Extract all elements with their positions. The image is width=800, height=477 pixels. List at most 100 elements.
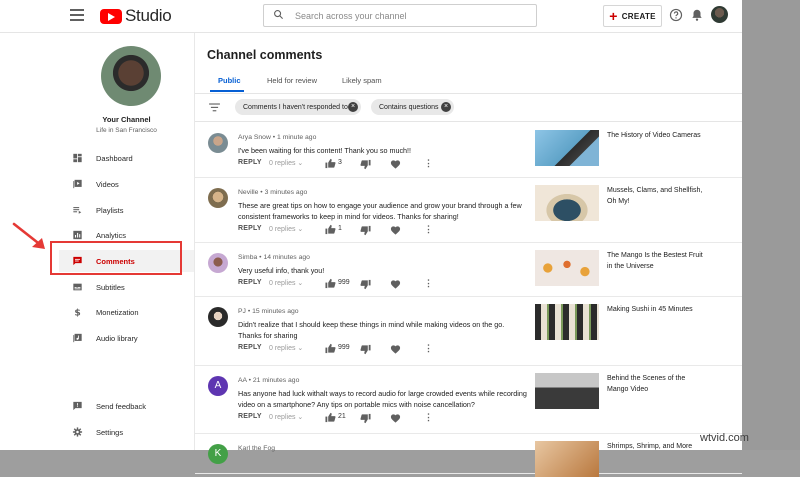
filter-chip-label: Comments I haven't responded to [243, 103, 348, 111]
subtitles-icon [73, 283, 82, 291]
more-options-icon[interactable]: ⋮ [424, 412, 433, 423]
heart-icon[interactable] [390, 225, 401, 236]
comment-author[interactable]: Neville [238, 189, 258, 196]
video-thumbnail[interactable] [535, 441, 599, 477]
video-thumbnail[interactable] [535, 373, 599, 409]
more-options-icon[interactable]: ⋮ [424, 158, 433, 169]
red-arrow-icon [12, 222, 45, 249]
dislike-icon[interactable] [360, 344, 371, 355]
comment-author[interactable]: PJ [238, 308, 246, 315]
create-button[interactable]: + CREATE [603, 5, 662, 27]
heart-icon[interactable] [390, 279, 401, 290]
sidebar-item-settings[interactable]: Settings [59, 421, 194, 443]
account-avatar[interactable] [711, 6, 728, 23]
hamburger-menu-icon[interactable] [70, 9, 84, 21]
like-icon[interactable] [325, 278, 336, 289]
sidebar-item-monetization[interactable]: $ Monetization [59, 301, 194, 323]
sidebar-item-subtitles[interactable]: Subtitles [59, 276, 194, 298]
like-count: 3 [338, 159, 342, 166]
reply-button[interactable]: REPLY [238, 279, 262, 286]
channel-avatar[interactable] [101, 46, 161, 106]
more-options-icon[interactable]: ⋮ [424, 224, 433, 235]
videos-icon [73, 179, 82, 189]
tab-public[interactable]: Public [218, 76, 241, 85]
sidebar-item-playlists[interactable]: Playlists [59, 199, 194, 221]
commenter-avatar[interactable]: A [208, 376, 228, 396]
reply-button[interactable]: REPLY [238, 225, 262, 232]
heart-icon[interactable] [390, 344, 401, 355]
commenter-avatar[interactable]: K [208, 444, 228, 464]
reply-button[interactable]: REPLY [238, 413, 262, 420]
like-icon[interactable] [325, 412, 336, 423]
commenter-avatar[interactable] [208, 253, 228, 273]
studio-logo[interactable]: Studio [100, 6, 172, 26]
close-icon[interactable]: × [441, 102, 451, 112]
comment-author[interactable]: Simba [238, 254, 257, 261]
filter-chip-questions[interactable]: Contains questions × [371, 99, 454, 115]
page-title: Channel comments [207, 48, 323, 62]
video-title[interactable]: Shrimps, Shrimp, and More [607, 441, 707, 452]
help-icon[interactable] [669, 8, 683, 22]
feedback-icon [73, 401, 82, 411]
sidebar-item-send-feedback[interactable]: Send feedback [59, 395, 194, 417]
comment-text: These are great tips on how to engage yo… [238, 201, 522, 221]
replies-count: 0 replies [269, 280, 296, 287]
like-count: 999 [338, 279, 350, 286]
gear-icon [72, 427, 83, 437]
dislike-icon[interactable] [360, 159, 371, 170]
sidebar-item-label: Monetization [96, 308, 139, 317]
video-thumbnail[interactable] [535, 185, 599, 221]
dislike-icon[interactable] [360, 225, 371, 236]
notifications-bell-icon[interactable] [690, 8, 704, 22]
video-title[interactable]: The History of Video Cameras [607, 130, 707, 141]
video-title[interactable]: Mussels, Clams, and Shellfish, Oh My! [607, 185, 707, 207]
video-title[interactable]: Behind the Scenes of the Mango Video [607, 373, 707, 395]
like-icon[interactable] [325, 343, 336, 354]
heart-icon[interactable] [390, 413, 401, 424]
like-icon[interactable] [325, 224, 336, 235]
comment-author[interactable]: AA [238, 377, 247, 384]
frame-gutter [742, 0, 800, 450]
video-title[interactable]: The Mango Is the Bestest Fruit in the Un… [607, 250, 707, 272]
like-icon[interactable] [325, 158, 336, 169]
tab-likely-spam[interactable]: Likely spam [342, 76, 382, 85]
replies-dropdown[interactable]: 0 replies ⌄ [269, 344, 303, 352]
video-thumbnail[interactable] [535, 130, 599, 166]
sidebar-item-label: Playlists [96, 206, 124, 215]
replies-dropdown[interactable]: 0 replies ⌄ [269, 225, 303, 233]
replies-dropdown[interactable]: 0 replies ⌄ [269, 159, 303, 167]
filter-icon[interactable] [209, 103, 220, 112]
filter-chip-not-responded[interactable]: Comments I haven't responded to × [235, 99, 361, 115]
video-title[interactable]: Making Sushi in 45 Minutes [607, 304, 707, 315]
more-options-icon[interactable]: ⋮ [424, 278, 433, 289]
sidebar-item-label: Dashboard [96, 154, 133, 163]
comment-author[interactable]: Arya Snow [238, 134, 271, 141]
filter-chip-label: Contains questions [379, 103, 439, 111]
comment-time: 1 minute ago [277, 134, 317, 141]
search-box[interactable] [263, 4, 537, 27]
comment-author[interactable]: Karl the Fog [238, 445, 275, 452]
search-input[interactable] [293, 7, 527, 25]
replies-dropdown[interactable]: 0 replies ⌄ [269, 413, 303, 421]
commenter-avatar[interactable] [208, 307, 228, 327]
sidebar-item-videos[interactable]: Videos [59, 173, 194, 195]
close-icon[interactable]: × [348, 102, 358, 112]
comment-meta: Karl the Fog [238, 445, 275, 452]
reply-button[interactable]: REPLY [238, 159, 262, 166]
sidebar-item-audio-library[interactable]: Audio library [59, 327, 194, 349]
tab-held-for-review[interactable]: Held for review [267, 76, 317, 85]
reply-button[interactable]: REPLY [238, 344, 262, 351]
video-thumbnail[interactable] [535, 304, 599, 340]
comment-time: 14 minutes ago [263, 254, 310, 261]
commenter-avatar[interactable] [208, 188, 228, 208]
replies-dropdown[interactable]: 0 replies ⌄ [269, 279, 303, 287]
video-thumbnail[interactable] [535, 250, 599, 286]
commenter-avatar[interactable] [208, 133, 228, 153]
dislike-icon[interactable] [360, 279, 371, 290]
more-options-icon[interactable]: ⋮ [424, 343, 433, 354]
comment-row: Neville • 3 minutes ago These are great t… [195, 177, 742, 243]
sidebar-item-dashboard[interactable]: Dashboard [59, 147, 194, 169]
dislike-icon[interactable] [360, 413, 371, 424]
heart-icon[interactable] [390, 159, 401, 170]
search-icon [274, 10, 284, 20]
